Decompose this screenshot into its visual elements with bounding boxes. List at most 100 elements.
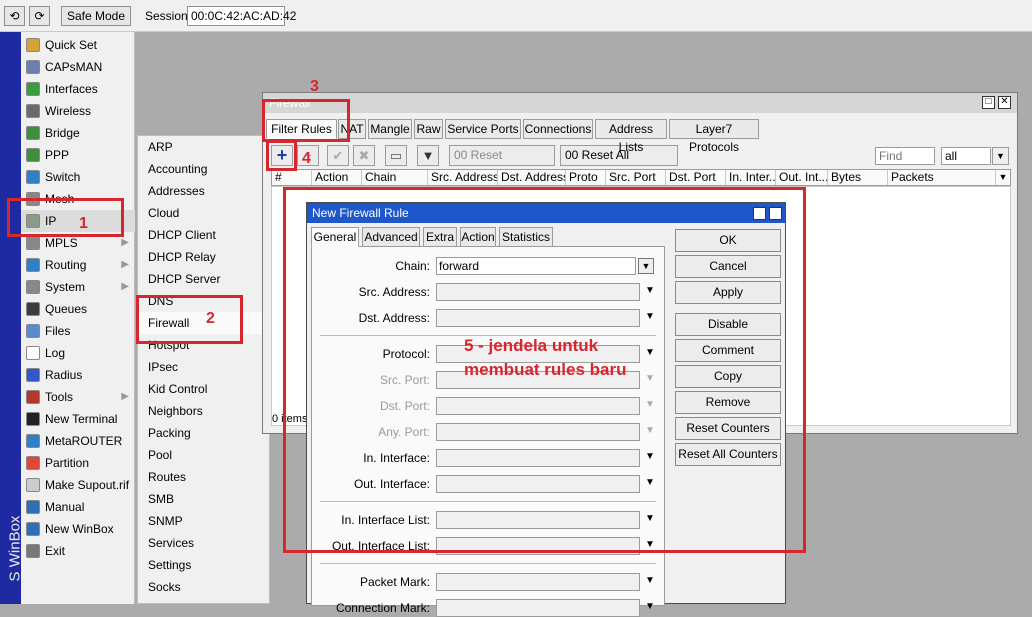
- menu-item-files[interactable]: Files: [21, 320, 135, 342]
- menu-item-system[interactable]: System ▶: [21, 276, 135, 298]
- column-bytes[interactable]: Bytes: [828, 170, 888, 185]
- disable-rule-icon[interactable]: ✖: [353, 145, 375, 166]
- menu-item-make-supout-rif[interactable]: Make Supout.rif: [21, 474, 135, 496]
- column-src-address[interactable]: Src. Address: [428, 170, 498, 185]
- menu-item-manual[interactable]: Manual: [21, 496, 135, 518]
- annotation-2: 2: [206, 310, 215, 327]
- wireless-icon: [26, 104, 40, 118]
- partition-icon: [26, 456, 40, 470]
- field-separator: [320, 563, 656, 564]
- ip-menu-item-neighbors[interactable]: Neighbors: [138, 400, 269, 422]
- dropdown-arrow-icon[interactable]: ▼: [645, 601, 655, 612]
- menu-item-ppp[interactable]: PPP: [21, 144, 135, 166]
- column-action[interactable]: Action: [312, 170, 362, 185]
- menu-item-bridge[interactable]: Bridge: [21, 122, 135, 144]
- ip-menu-item-arp[interactable]: ARP: [138, 136, 269, 158]
- filter-select-chevron-icon[interactable]: ▼: [992, 147, 1009, 165]
- menu-item-log[interactable]: Log: [21, 342, 135, 364]
- ip-menu-item-dhcp-client[interactable]: DHCP Client: [138, 224, 269, 246]
- ip-menu-item-packing[interactable]: Packing: [138, 422, 269, 444]
- ip-menu-item-dhcp-server[interactable]: DHCP Server: [138, 268, 269, 290]
- field-packet-mark[interactable]: [436, 573, 640, 591]
- ip-menu-item-accounting[interactable]: Accounting: [138, 158, 269, 180]
- ip-menu-item-smb[interactable]: SMB: [138, 488, 269, 510]
- ip-menu-item-socks[interactable]: Socks: [138, 576, 269, 598]
- session-label: Session:: [145, 9, 192, 23]
- highlight-filter-rules-tab: [262, 99, 350, 142]
- tab-mangle[interactable]: Mangle: [368, 119, 412, 139]
- menu-item-partition[interactable]: Partition: [21, 452, 135, 474]
- ip-menu-item-pool[interactable]: Pool: [138, 444, 269, 466]
- system-icon: [26, 280, 40, 294]
- terminal-icon: [26, 412, 40, 426]
- menu-item-interfaces[interactable]: Interfaces: [21, 78, 135, 100]
- menu-item-label: New WinBox: [45, 522, 114, 536]
- menu-item-metarouter[interactable]: MetaROUTER: [21, 430, 135, 452]
- menu-item-new-terminal[interactable]: New Terminal: [21, 408, 135, 430]
- ip-menu-item-cloud[interactable]: Cloud: [138, 202, 269, 224]
- menu-item-label: Tools: [45, 390, 74, 404]
- mpls-icon: [26, 236, 40, 250]
- close-icon[interactable]: ✕: [998, 96, 1011, 109]
- find-input[interactable]: [875, 147, 935, 165]
- menu-item-quick-set[interactable]: Quick Set: [21, 34, 135, 56]
- tab-raw[interactable]: Raw: [414, 119, 443, 139]
- column-in-inter[interactable]: In. Inter...: [726, 170, 776, 185]
- field-label-connection-mark: Connection Mark:: [335, 601, 430, 615]
- ip-menu-item-addresses[interactable]: Addresses: [138, 180, 269, 202]
- menu-item-radius[interactable]: Radius: [21, 364, 135, 386]
- menu-item-switch[interactable]: Switch: [21, 166, 135, 188]
- highlight-add-button: [266, 140, 297, 171]
- undo-button[interactable]: ⟲: [4, 6, 25, 26]
- field-connection-mark[interactable]: [436, 599, 640, 617]
- session-field[interactable]: 00:0C:42:AC:AD:42: [187, 6, 296, 26]
- column-src-port[interactable]: Src. Port: [606, 170, 666, 185]
- tab-connections[interactable]: Connections: [523, 119, 593, 139]
- ip-menu-item-snmp[interactable]: SNMP: [138, 510, 269, 532]
- column-chain[interactable]: Chain: [362, 170, 428, 185]
- winbox-icon: [26, 522, 40, 536]
- tab-service-ports[interactable]: Service Ports: [445, 119, 521, 139]
- column-dst-address[interactable]: Dst. Address: [498, 170, 566, 185]
- menu-item-queues[interactable]: Queues: [21, 298, 135, 320]
- menu-item-tools[interactable]: Tools ▶: [21, 386, 135, 408]
- ip-menu-item-services[interactable]: Services: [138, 532, 269, 554]
- menu-item-label: New Terminal: [45, 412, 118, 426]
- ip-menu-item-ipsec[interactable]: IPsec: [138, 356, 269, 378]
- tab-layer7-protocols[interactable]: Layer7 Protocols: [669, 119, 759, 154]
- menu-item-label: Manual: [45, 500, 85, 514]
- columns-chevron-icon[interactable]: ▼: [996, 170, 1010, 185]
- supout-icon: [26, 478, 40, 492]
- maximize-icon[interactable]: □: [982, 96, 995, 109]
- column-out-int[interactable]: Out. Int...: [776, 170, 828, 185]
- filter-select[interactable]: all: [941, 147, 991, 165]
- annotation-1: 1: [79, 215, 88, 232]
- redo-button[interactable]: ⟳: [29, 6, 50, 26]
- menu-item-label: MetaROUTER: [45, 434, 123, 448]
- tab-address-lists[interactable]: Address Lists: [595, 119, 667, 154]
- menu-item-new-winbox[interactable]: New WinBox: [21, 518, 135, 540]
- enable-rule-icon[interactable]: ✔: [327, 145, 349, 166]
- ip-menu-item-kid-control[interactable]: Kid Control: [138, 378, 269, 400]
- column-packets[interactable]: Packets: [888, 170, 996, 185]
- column-proto[interactable]: Proto: [566, 170, 606, 185]
- menu-item-exit[interactable]: Exit: [21, 540, 135, 562]
- submenu-arrow-icon: ▶: [121, 391, 129, 402]
- submenu-arrow-icon: ▶: [121, 259, 129, 270]
- column-[interactable]: #: [272, 170, 312, 185]
- ip-menu-item-routes[interactable]: Routes: [138, 466, 269, 488]
- dropdown-arrow-icon[interactable]: ▼: [645, 575, 655, 586]
- menu-item-wireless[interactable]: Wireless: [21, 100, 135, 122]
- comment-icon[interactable]: ▭: [385, 145, 407, 166]
- reset-counters-button[interactable]: 00 Reset Counters: [449, 145, 555, 181]
- menu-item-capsman[interactable]: CAPsMAN: [21, 56, 135, 78]
- quick-set-icon: [26, 38, 40, 52]
- ip-menu-item-dhcp-relay[interactable]: DHCP Relay: [138, 246, 269, 268]
- firewall-title-bar[interactable]: Firewall □ ✕: [263, 93, 1017, 113]
- filter-icon[interactable]: ▼: [417, 145, 439, 166]
- menu-item-label: System: [45, 280, 86, 294]
- menu-item-routing[interactable]: Routing ▶: [21, 254, 135, 276]
- column-dst-port[interactable]: Dst. Port: [666, 170, 726, 185]
- safe-mode-button[interactable]: Safe Mode: [61, 6, 131, 26]
- ip-menu-item-settings[interactable]: Settings: [138, 554, 269, 576]
